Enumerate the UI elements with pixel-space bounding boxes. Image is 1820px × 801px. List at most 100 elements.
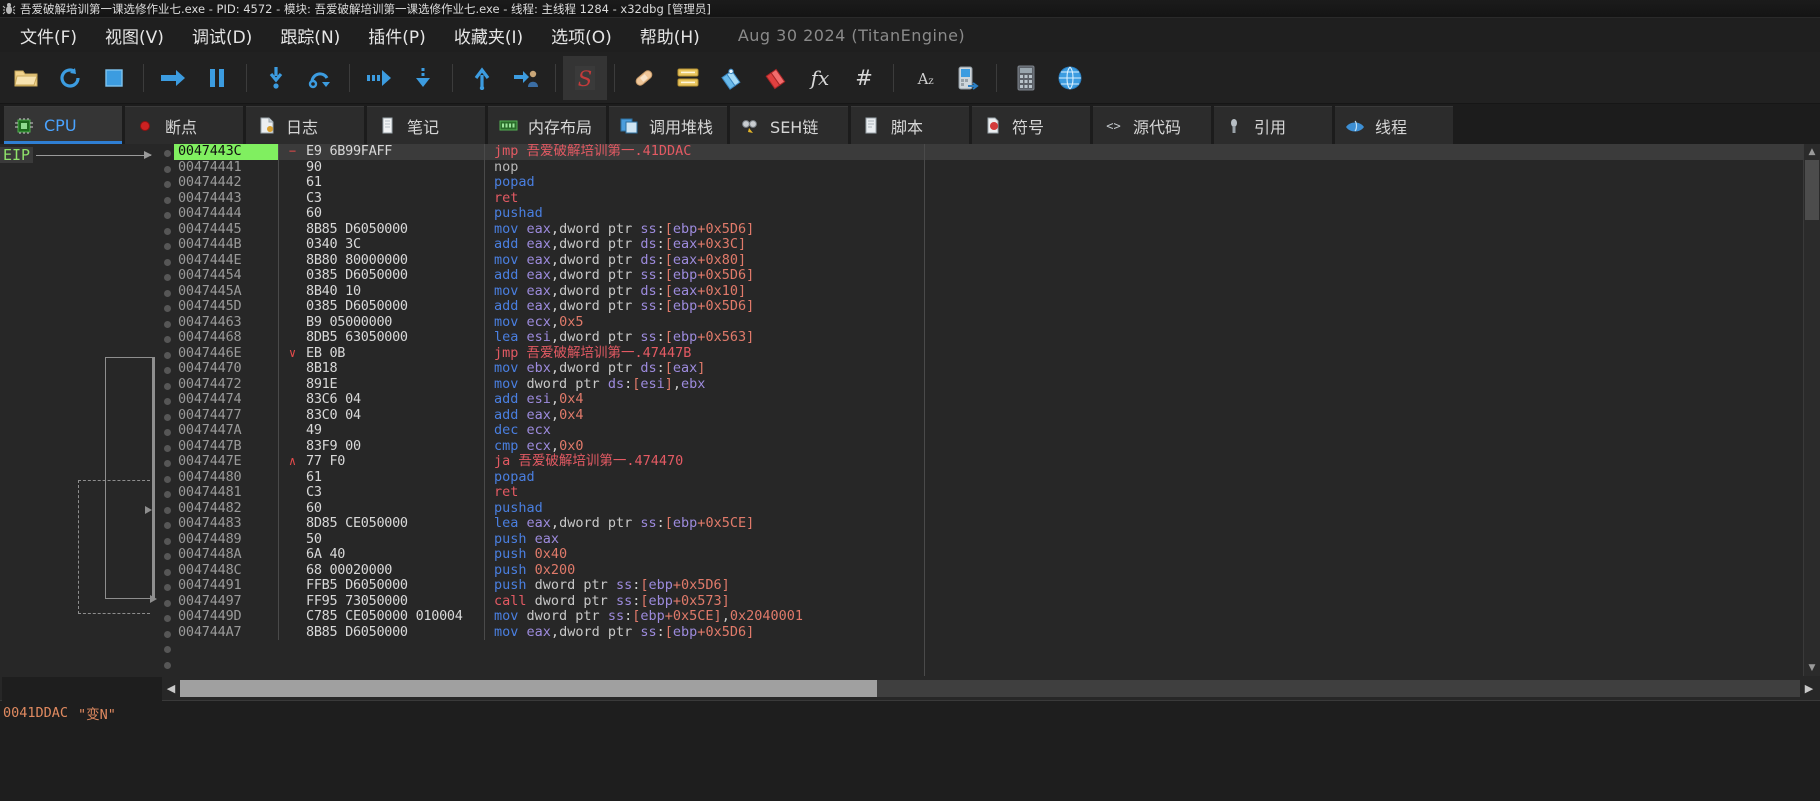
disassembly-row[interactable]: 00474497 FF95 73050000 call dword ptr ss:[… <box>174 593 1820 609</box>
disassembly-pane[interactable]: EIP 0047443C − E9 6B99FAFF jmp 吾爱破解培训第一.… <box>0 144 1820 676</box>
disassembly-row[interactable]: 0047444E 8B80 80000000 mov eax,dword ptr d… <box>174 252 1820 268</box>
breakpoint-slot[interactable] <box>160 534 174 550</box>
disassembly-row[interactable]: 00474442 61 popad <box>174 174 1820 191</box>
toolbar-execute-till-return[interactable] <box>460 56 504 100</box>
disassembly-row[interactable]: 0047445A 8B40 10 mov eax,dword ptr ds:[eax… <box>174 283 1820 299</box>
breakpoint-slot[interactable] <box>160 410 174 426</box>
disassembly-row[interactable]: 0047448A 6A 40 push 0x40 <box>174 546 1820 563</box>
disassembly-row[interactable]: 00474483 8D85 CE050000 lea eax,dword ptr s… <box>174 515 1820 532</box>
breakpoint-slot[interactable] <box>160 224 174 240</box>
breakpoint-slot[interactable] <box>160 255 174 271</box>
breakpoint-slot[interactable] <box>160 193 174 209</box>
toolbar-pause[interactable] <box>195 56 239 100</box>
breakpoint-slot[interactable] <box>160 611 174 627</box>
toolbar-trace-over[interactable] <box>401 56 445 100</box>
toolbar-hash[interactable]: # <box>842 56 886 100</box>
disassembly-row[interactable]: 00474481 C3 ret <box>174 484 1820 501</box>
breakpoint-slot[interactable] <box>160 549 174 565</box>
breakpoint-slot[interactable] <box>160 394 174 410</box>
disassembly-row[interactable]: 0047447B 83F9 00 cmp ecx,0x0 <box>174 438 1820 454</box>
tab-notes[interactable]: 笔记 <box>367 106 485 144</box>
tab-memory-map[interactable]: 内存布局 <box>488 106 607 144</box>
breakpoint-slot[interactable] <box>160 332 174 348</box>
menu-options[interactable]: 选项(O) <box>537 21 626 50</box>
toolbar-strings[interactable]: A z <box>901 56 945 100</box>
disassembly-row[interactable]: 0047447A 49 dec ecx <box>174 422 1820 439</box>
breakpoint-slot[interactable] <box>160 487 174 503</box>
vscroll-thumb[interactable] <box>1805 160 1819 220</box>
menu-view[interactable]: 视图(V) <box>91 21 178 50</box>
tab-cpu[interactable]: CPU <box>4 106 122 144</box>
disassembly-row[interactable]: 00474489 50 push eax <box>174 531 1820 547</box>
disassembly-row[interactable]: 0047448C 68 00020000 push 0x200 <box>174 562 1820 578</box>
menu-debug[interactable]: 调试(D) <box>178 21 266 50</box>
tab-symbols[interactable]: 符号 <box>972 106 1091 144</box>
toolbar-run-to-user-code[interactable] <box>504 56 548 100</box>
disassembly-row[interactable]: 0047444B 0340 3C add eax,dword ptr ds:[eax… <box>174 236 1820 253</box>
breakpoint-slot[interactable] <box>160 658 174 674</box>
breakpoint-slot[interactable] <box>160 146 174 162</box>
disassembly-row[interactable]: 00474477 83C0 04 add eax,0x4 <box>174 407 1820 423</box>
disassembly-row[interactable]: 00474482 60 pushad <box>174 500 1820 516</box>
breakpoint-slot[interactable] <box>160 177 174 193</box>
scroll-left-icon[interactable]: ◀ <box>162 680 180 698</box>
toolbar-trace-into[interactable] <box>357 56 401 100</box>
tab-call-stack[interactable]: 调用堆栈 <box>609 106 728 144</box>
scroll-right-icon[interactable]: ▶ <box>1800 680 1818 698</box>
toolbar-open[interactable] <box>4 56 48 100</box>
scroll-down-icon[interactable]: ▼ <box>1804 660 1820 676</box>
tab-threads[interactable]: 线程 <box>1335 106 1454 144</box>
hscroll-thumb[interactable] <box>180 680 877 697</box>
breakpoint-slot[interactable] <box>160 580 174 596</box>
disassembly-row[interactable]: 00474463 B9 05000000 mov ecx,0x5 <box>174 314 1820 330</box>
disassembly-row[interactable]: 00474454 0385 D6050000 add eax,dword ptr s… <box>174 267 1820 284</box>
disassembly-row[interactable]: 00474443 C3 ret <box>174 190 1820 206</box>
disassembly-row[interactable]: 004744A7 8B85 D6050000 mov eax,dword ptr s… <box>174 624 1820 640</box>
toolbar-step-into[interactable] <box>254 56 298 100</box>
breakpoint-slot[interactable] <box>160 472 174 488</box>
menu-file[interactable]: 文件(F) <box>6 21 91 50</box>
breakpoint-slot[interactable] <box>160 565 174 581</box>
breakpoint-slot[interactable] <box>160 270 174 286</box>
tab-references[interactable]: 引用 <box>1214 106 1333 144</box>
disassembly-row[interactable]: 00474491 FFB5 D6050000 push dword ptr ss:[… <box>174 577 1820 594</box>
tab-log[interactable]: 日志 <box>246 106 364 144</box>
disassembly-row[interactable]: 00474468 8DB5 63050000 lea esi,dword ptr s… <box>174 329 1820 346</box>
disassembly-row[interactable]: 00474480 61 popad <box>174 469 1820 485</box>
toolbar-handles[interactable] <box>945 56 989 100</box>
disassembly-row[interactable]: 0047449D C785 CE050000 010004 mov dword pt… <box>174 608 1820 625</box>
disassembly-row[interactable]: 00474474 83C6 04 add esi,0x4 <box>174 391 1820 408</box>
menu-help[interactable]: 帮助(H) <box>626 21 714 50</box>
breakpoint-slot[interactable] <box>160 286 174 302</box>
disassembly-row[interactable]: 00474470 8B18 mov ebx,dword ptr ds:[eax] <box>174 360 1820 377</box>
disassembly-rows[interactable]: 0047443C − E9 6B99FAFF jmp 吾爱破解培训第一.41DDAC 0… <box>174 144 1820 676</box>
tab-breakpoints[interactable]: 断点 <box>125 106 243 144</box>
breakpoint-slot[interactable] <box>160 363 174 379</box>
toolbar-restart[interactable] <box>48 56 92 100</box>
breakpoint-slot[interactable] <box>160 317 174 333</box>
scroll-up-icon[interactable]: ▲ <box>1804 144 1820 160</box>
tab-script[interactable]: 脚本 <box>851 106 970 144</box>
breakpoint-slot[interactable] <box>160 208 174 224</box>
disassembly-row[interactable]: 0047446E ∨ EB 0B jmp 吾爱破解培训第一.47447B <box>174 345 1820 361</box>
breakpoint-slot[interactable] <box>160 596 174 612</box>
menu-trace[interactable]: 跟踪(N) <box>266 21 354 50</box>
toolbar-scylla[interactable]: S <box>563 55 607 100</box>
disassembly-row[interactable]: 00474441 90 nop <box>174 159 1820 175</box>
disassembly-row[interactable]: 0047445D 0385 D6050000 add eax,dword ptr s… <box>174 298 1820 315</box>
toolbar-functions[interactable]: fx <box>798 56 842 100</box>
toolbar-close[interactable] <box>92 56 136 100</box>
menu-favourites[interactable]: 收藏夹(I) <box>440 21 537 50</box>
disassembly-row[interactable]: 00474444 60 pushad <box>174 205 1820 222</box>
breakpoint-slot[interactable] <box>160 441 174 457</box>
breakpoint-slot[interactable] <box>160 456 174 472</box>
tab-seh[interactable]: SEH链 <box>730 106 849 144</box>
toolbar-notes[interactable] <box>710 56 754 100</box>
breakpoint-slot[interactable] <box>160 348 174 364</box>
breakpoint-slot[interactable] <box>160 301 174 317</box>
toolbar-step-over[interactable] <box>298 56 342 100</box>
breakpoint-slot[interactable] <box>160 503 174 519</box>
toolbar-calculator[interactable] <box>1004 56 1048 100</box>
disassembly-vscrollbar[interactable]: ▲ ▼ <box>1803 144 1820 676</box>
breakpoint-slot[interactable] <box>160 379 174 395</box>
